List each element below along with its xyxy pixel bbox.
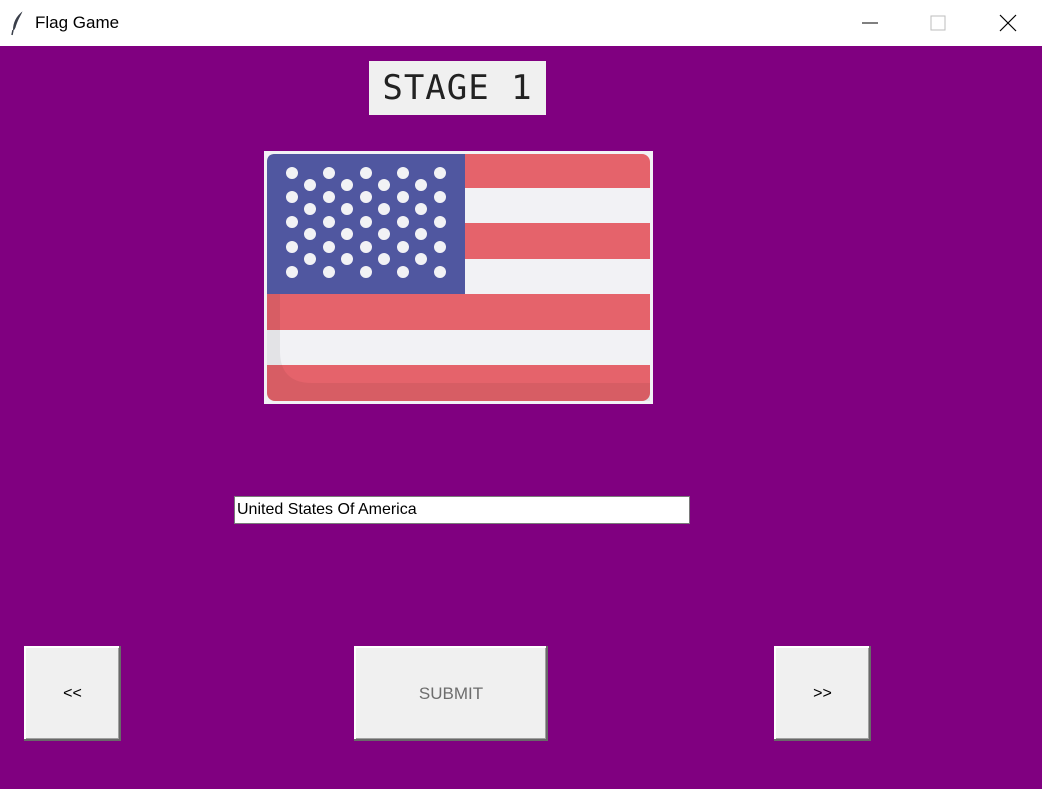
flag-star	[397, 266, 409, 278]
flag-star	[286, 241, 298, 253]
flag-star	[378, 228, 390, 240]
window-title: Flag Game	[35, 13, 120, 32]
flag-star	[360, 167, 372, 179]
flag-star	[434, 191, 446, 203]
flag-star	[397, 241, 409, 253]
flag-star	[415, 203, 427, 215]
flag-star	[397, 216, 409, 228]
feather-icon	[10, 10, 26, 36]
usa-flag-image	[267, 154, 650, 401]
flag-star	[415, 228, 427, 240]
flag-star	[415, 253, 427, 265]
flag-star	[286, 216, 298, 228]
flag-star	[415, 179, 427, 191]
flag-star	[360, 191, 372, 203]
flag-star	[286, 191, 298, 203]
flag-star	[323, 191, 335, 203]
flag-star	[304, 253, 316, 265]
flag-star	[323, 241, 335, 253]
answer-input[interactable]	[234, 496, 690, 524]
flag-star	[397, 167, 409, 179]
title-bar[interactable]: Flag Game	[0, 0, 1042, 46]
flag-star	[341, 228, 353, 240]
flag-star	[360, 266, 372, 278]
flag-star	[360, 216, 372, 228]
flag-star	[304, 203, 316, 215]
maximize-button[interactable]	[904, 0, 972, 46]
flag-star	[378, 179, 390, 191]
flag-star	[323, 216, 335, 228]
minimize-button[interactable]	[836, 0, 904, 46]
submit-button[interactable]: SUBMIT	[354, 646, 548, 741]
flag-star	[286, 266, 298, 278]
flag-star	[341, 253, 353, 265]
flag-star	[323, 266, 335, 278]
flag-star	[323, 167, 335, 179]
flag-star	[286, 167, 298, 179]
previous-button[interactable]: <<	[24, 646, 121, 741]
flag-star	[434, 167, 446, 179]
flag-star	[378, 253, 390, 265]
next-button[interactable]: >>	[774, 646, 871, 741]
flag-star	[341, 203, 353, 215]
flag-star	[434, 241, 446, 253]
flag-star	[341, 179, 353, 191]
flag-star	[397, 191, 409, 203]
stage-label: STAGE 1	[369, 61, 546, 115]
flag-star	[434, 216, 446, 228]
flag-star	[378, 203, 390, 215]
flag-star	[434, 266, 446, 278]
flag-image	[264, 151, 653, 404]
flag-star	[304, 179, 316, 191]
close-button[interactable]	[974, 0, 1042, 46]
flag-star	[304, 228, 316, 240]
flag-star	[360, 241, 372, 253]
flag-game-window: Flag Game STAGE 1 United States Of Ameri…	[0, 0, 1042, 789]
